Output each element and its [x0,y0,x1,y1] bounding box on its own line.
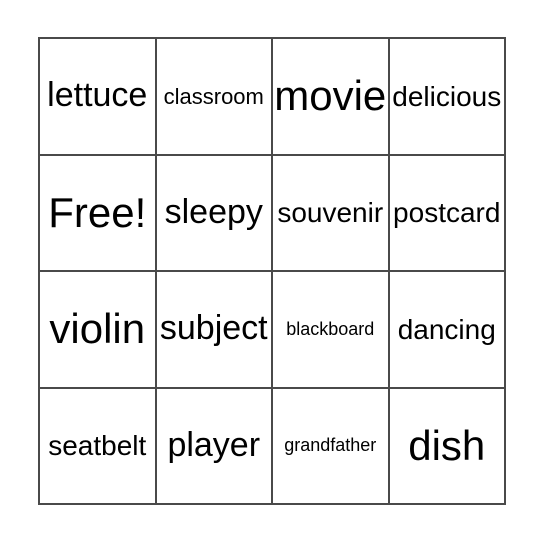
bingo-cell[interactable]: dish [389,388,506,505]
bingo-cell[interactable]: delicious [389,39,506,156]
bingo-cell-label: delicious [392,80,502,112]
bingo-cell-label: Free! [48,188,147,236]
bingo-cell-label: dancing [397,313,496,345]
bingo-cell[interactable]: postcard [389,155,506,272]
bingo-cell-label: subject [159,309,268,348]
bingo-cell[interactable]: grandfather [273,388,390,505]
bingo-cell-label: classroom [163,83,264,109]
bingo-cell-label: sleepy [164,192,263,231]
bingo-cell[interactable]: classroom [156,39,273,156]
bingo-cell-free-space[interactable]: Free! [40,155,157,272]
bingo-cell[interactable]: subject [156,272,273,389]
bingo-cell-label: violin [49,305,146,353]
bingo-cell-label: dish [408,421,486,469]
bingo-card: lettuce classroom movie delicious Free! … [38,37,506,505]
bingo-cell[interactable]: souvenir [273,155,390,272]
bingo-cell-label: movie [274,72,387,120]
bingo-cell-label: lettuce [47,76,148,115]
bingo-cell[interactable]: violin [40,272,157,389]
bingo-cell[interactable]: seatbelt [40,388,157,505]
bingo-cell[interactable]: lettuce [40,39,157,156]
bingo-cell[interactable]: movie [273,39,390,156]
bingo-cell-label: grandfather [284,435,377,456]
bingo-cell-label: blackboard [286,318,375,339]
bingo-cell-label: souvenir [277,197,384,229]
bingo-cell[interactable]: blackboard [273,272,390,389]
bingo-cell-label: player [167,425,261,464]
bingo-cell[interactable]: player [156,388,273,505]
bingo-cell-label: postcard [393,197,501,229]
bingo-cell[interactable]: dancing [389,272,506,389]
bingo-cell[interactable]: sleepy [156,155,273,272]
bingo-cell-label: seatbelt [48,430,147,462]
